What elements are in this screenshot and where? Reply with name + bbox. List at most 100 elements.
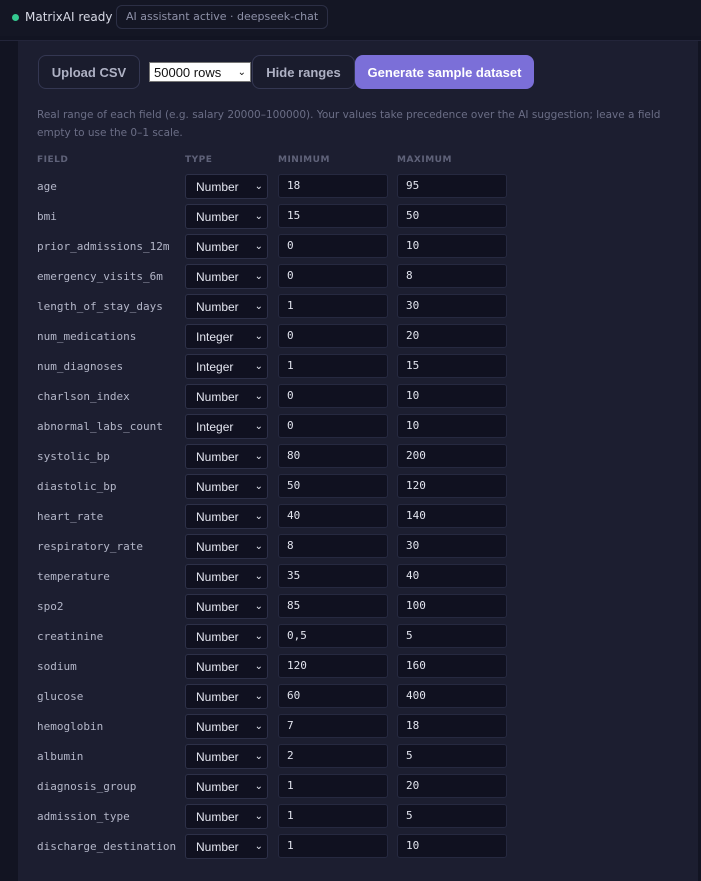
type-select[interactable]: Number ⌄: [185, 384, 268, 409]
type-value: Number: [196, 209, 239, 224]
maximum-input[interactable]: 400: [397, 684, 507, 708]
field-row: spo2 Number ⌄ 85 100: [18, 592, 678, 622]
type-select[interactable]: Number ⌄: [185, 444, 268, 469]
minimum-input[interactable]: 50: [278, 474, 388, 498]
maximum-input[interactable]: 5: [397, 804, 507, 828]
maximum-input[interactable]: 30: [397, 534, 507, 558]
type-select[interactable]: Number ⌄: [185, 654, 268, 679]
chevron-down-icon: ⌄: [254, 451, 263, 462]
rows-count-value: 50000 rows: [154, 64, 222, 80]
maximum-input[interactable]: 120: [397, 474, 507, 498]
maximum-input[interactable]: 100: [397, 594, 507, 618]
chevron-down-icon: ⌄: [254, 601, 263, 612]
minimum-input[interactable]: 15: [278, 204, 388, 228]
upload-csv-button[interactable]: Upload CSV: [38, 55, 140, 89]
minimum-input[interactable]: 1: [278, 774, 388, 798]
field-name: hemoglobin: [37, 720, 104, 733]
maximum-input[interactable]: 95: [397, 174, 507, 198]
maximum-input[interactable]: 8: [397, 264, 507, 288]
maximum-input[interactable]: 20: [397, 324, 507, 348]
minimum-input[interactable]: 18: [278, 174, 388, 198]
maximum-input[interactable]: 5: [397, 744, 507, 768]
type-select[interactable]: Integer ⌄: [185, 354, 268, 379]
minimum-input[interactable]: 35: [278, 564, 388, 588]
maximum-input[interactable]: 10: [397, 834, 507, 858]
field-row: respiratory_rate Number ⌄ 8 30: [18, 532, 678, 562]
type-select[interactable]: Number ⌄: [185, 564, 268, 589]
rows-count-select[interactable]: 50000 rows ⌄: [149, 62, 251, 82]
type-select[interactable]: Number ⌄: [185, 834, 268, 859]
type-select[interactable]: Number ⌄: [185, 774, 268, 799]
type-select[interactable]: Number ⌄: [185, 234, 268, 259]
minimum-input[interactable]: 1: [278, 834, 388, 858]
field-name: spo2: [37, 600, 64, 613]
type-select[interactable]: Number ⌄: [185, 534, 268, 559]
chevron-down-icon: ⌄: [254, 361, 263, 372]
minimum-input[interactable]: 1: [278, 804, 388, 828]
minimum-input[interactable]: 120: [278, 654, 388, 678]
maximum-input[interactable]: 200: [397, 444, 507, 468]
minimum-input[interactable]: 1: [278, 294, 388, 318]
chevron-down-icon: ⌄: [254, 811, 263, 822]
minimum-input[interactable]: 85: [278, 594, 388, 618]
minimum-input[interactable]: 0: [278, 234, 388, 258]
minimum-input[interactable]: 8: [278, 534, 388, 558]
minimum-input[interactable]: 40: [278, 504, 388, 528]
chevron-down-icon: ⌄: [254, 391, 263, 402]
maximum-input[interactable]: 40: [397, 564, 507, 588]
type-value: Number: [196, 449, 239, 464]
minimum-input[interactable]: 0: [278, 324, 388, 348]
type-select[interactable]: Number ⌄: [185, 204, 268, 229]
type-select[interactable]: Number ⌄: [185, 264, 268, 289]
maximum-input[interactable]: 140: [397, 504, 507, 528]
maximum-input[interactable]: 10: [397, 384, 507, 408]
type-select[interactable]: Integer ⌄: [185, 414, 268, 439]
chevron-down-icon: ⌄: [254, 691, 263, 702]
type-select[interactable]: Integer ⌄: [185, 324, 268, 349]
minimum-input[interactable]: 0: [278, 414, 388, 438]
field-name: num_diagnoses: [37, 360, 124, 373]
type-select[interactable]: Number ⌄: [185, 714, 268, 739]
field-name: glucose: [37, 690, 84, 703]
type-value: Number: [196, 659, 239, 674]
type-select[interactable]: Number ⌄: [185, 804, 268, 829]
field-name: abnormal_labs_count: [37, 420, 163, 433]
maximum-input[interactable]: 10: [397, 414, 507, 438]
type-select[interactable]: Number ⌄: [185, 684, 268, 709]
hide-ranges-button[interactable]: Hide ranges: [252, 55, 355, 89]
maximum-input[interactable]: 10: [397, 234, 507, 258]
type-select[interactable]: Number ⌄: [185, 504, 268, 529]
type-select[interactable]: Number ⌄: [185, 744, 268, 769]
field-row: num_medications Integer ⌄ 0 20: [18, 322, 678, 352]
type-select[interactable]: Number ⌄: [185, 294, 268, 319]
minimum-input[interactable]: 0,5: [278, 624, 388, 648]
field-row: num_diagnoses Integer ⌄ 1 15: [18, 352, 678, 382]
type-value: Number: [196, 629, 239, 644]
type-select[interactable]: Number ⌄: [185, 174, 268, 199]
type-value: Number: [196, 569, 239, 584]
maximum-input[interactable]: 20: [397, 774, 507, 798]
field-row: charlson_index Number ⌄ 0 10: [18, 382, 678, 412]
minimum-input[interactable]: 0: [278, 384, 388, 408]
maximum-input[interactable]: 5: [397, 624, 507, 648]
maximum-input[interactable]: 18: [397, 714, 507, 738]
type-value: Number: [196, 179, 239, 194]
maximum-input[interactable]: 160: [397, 654, 507, 678]
type-select[interactable]: Number ⌄: [185, 474, 268, 499]
dataset-panel: Upload CSV 50000 rows ⌄ Hide ranges Gene…: [18, 41, 698, 881]
minimum-input[interactable]: 0: [278, 264, 388, 288]
maximum-input[interactable]: 15: [397, 354, 507, 378]
minimum-input[interactable]: 80: [278, 444, 388, 468]
minimum-input[interactable]: 60: [278, 684, 388, 708]
type-select[interactable]: Number ⌄: [185, 624, 268, 649]
maximum-input[interactable]: 30: [397, 294, 507, 318]
field-row: albumin Number ⌄ 2 5: [18, 742, 678, 772]
type-value: Number: [196, 269, 239, 284]
minimum-input[interactable]: 1: [278, 354, 388, 378]
maximum-input[interactable]: 50: [397, 204, 507, 228]
minimum-input[interactable]: 7: [278, 714, 388, 738]
chevron-down-icon: ⌄: [254, 841, 263, 852]
generate-dataset-button[interactable]: Generate sample dataset: [355, 55, 534, 89]
minimum-input[interactable]: 2: [278, 744, 388, 768]
type-select[interactable]: Number ⌄: [185, 594, 268, 619]
